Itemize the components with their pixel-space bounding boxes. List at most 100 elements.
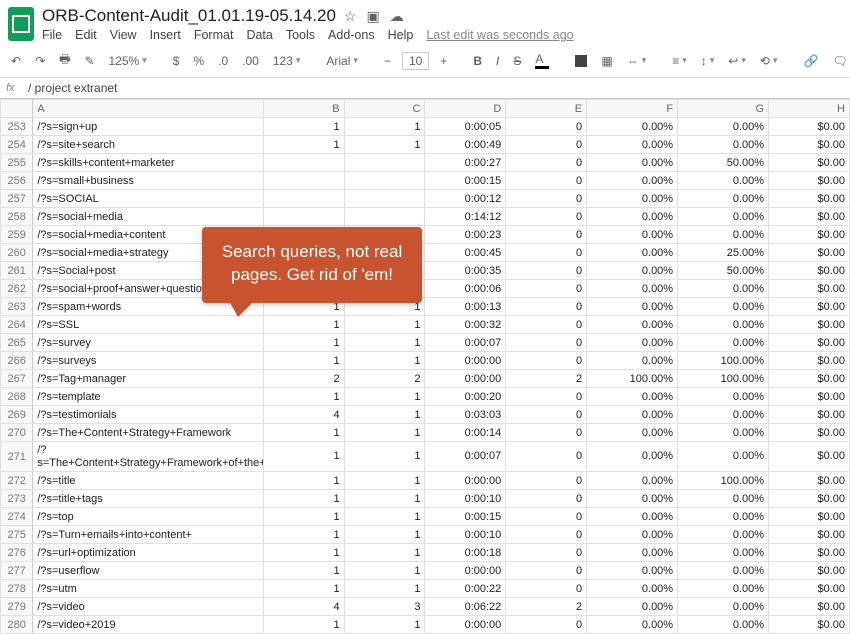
cell[interactable]: 0:00:27 <box>425 154 506 172</box>
cell[interactable]: $0.00 <box>769 316 850 334</box>
cell[interactable]: 0:00:00 <box>425 352 506 370</box>
cell[interactable]: 0 <box>506 388 587 406</box>
cell[interactable]: 0:03:03 <box>425 406 506 424</box>
menu-data[interactable]: Data <box>246 28 272 42</box>
cell[interactable]: /?s=SSL <box>33 316 263 334</box>
cell[interactable]: 1 <box>344 424 425 442</box>
row-number[interactable]: 279 <box>1 598 33 616</box>
undo-button[interactable]: ↶ <box>8 52 24 70</box>
cell[interactable]: 0 <box>506 526 587 544</box>
cell[interactable]: /?s=surveys <box>33 352 263 370</box>
cell[interactable]: 1 <box>344 118 425 136</box>
table-row[interactable]: 256/?s=small+business0:00:1500.00%0.00%$… <box>1 172 850 190</box>
cell[interactable]: 0 <box>506 562 587 580</box>
sheets-logo-icon[interactable] <box>8 7 34 41</box>
cell[interactable]: $0.00 <box>769 388 850 406</box>
cell[interactable]: 0 <box>506 190 587 208</box>
cell[interactable]: 0.00% <box>587 280 678 298</box>
cell[interactable]: 3 <box>344 598 425 616</box>
row-number[interactable]: 276 <box>1 544 33 562</box>
row-number[interactable]: 255 <box>1 154 33 172</box>
cell[interactable]: 1 <box>263 544 344 562</box>
table-row[interactable]: 267/?s=Tag+manager220:00:002100.00%100.0… <box>1 370 850 388</box>
cell[interactable]: 0:00:07 <box>425 442 506 472</box>
cell[interactable]: 0.00% <box>587 544 678 562</box>
cell[interactable]: 0.00% <box>587 352 678 370</box>
cell[interactable]: 1 <box>344 562 425 580</box>
table-row[interactable]: 260/?s=social+media+strategy0:00:4500.00… <box>1 244 850 262</box>
paint-format-button[interactable]: ✎ <box>81 52 97 70</box>
cell[interactable]: 0.00% <box>587 526 678 544</box>
h-align-button[interactable]: ≡ <box>669 52 690 70</box>
cell[interactable]: 0.00% <box>587 508 678 526</box>
cell[interactable]: /?s=userflow <box>33 562 263 580</box>
cell[interactable]: 0 <box>506 580 587 598</box>
cell[interactable]: 0 <box>506 262 587 280</box>
cell[interactable]: $0.00 <box>769 526 850 544</box>
cell[interactable]: 0 <box>506 226 587 244</box>
cell[interactable]: 0 <box>506 442 587 472</box>
link-button[interactable]: 🔗 <box>800 52 821 70</box>
table-row[interactable]: 279/?s=video430:06:2220.00%0.00%$0.00 <box>1 598 850 616</box>
cell[interactable]: 0.00% <box>587 442 678 472</box>
cell[interactable]: $0.00 <box>769 370 850 388</box>
table-row[interactable]: 273/?s=title+tags110:00:1000.00%0.00%$0.… <box>1 490 850 508</box>
table-row[interactable]: 261/?s=Social+post210:00:3500.00%50.00%$… <box>1 262 850 280</box>
menu-help[interactable]: Help <box>388 28 414 42</box>
cell[interactable]: $0.00 <box>769 544 850 562</box>
format-percent-button[interactable]: % <box>190 52 207 70</box>
font-dropdown[interactable]: Arial <box>323 52 361 70</box>
formula-bar[interactable]: fx / project extranet <box>0 78 850 99</box>
row-number[interactable]: 253 <box>1 118 33 136</box>
comment-button[interactable]: 🗨 <box>829 52 850 70</box>
table-row[interactable]: 258/?s=social+media0:14:1200.00%0.00%$0.… <box>1 208 850 226</box>
cell[interactable]: 1 <box>263 388 344 406</box>
cell[interactable]: 0.00% <box>678 208 769 226</box>
cell[interactable]: 0.00% <box>678 442 769 472</box>
borders-button[interactable]: ▦ <box>598 52 615 70</box>
cell[interactable]: 0 <box>506 136 587 154</box>
rotate-button[interactable]: ⟲ <box>757 52 781 70</box>
cell[interactable]: $0.00 <box>769 352 850 370</box>
column-header-D[interactable]: D <box>425 100 506 118</box>
cell[interactable]: 0.00% <box>678 136 769 154</box>
cell[interactable]: 100.00% <box>678 352 769 370</box>
column-header-A[interactable]: A <box>33 100 263 118</box>
cell[interactable]: 0.00% <box>678 598 769 616</box>
cell[interactable] <box>344 172 425 190</box>
cell[interactable]: 0 <box>506 118 587 136</box>
cell[interactable]: 2 <box>344 370 425 388</box>
cell[interactable]: 1 <box>344 352 425 370</box>
cell[interactable] <box>263 190 344 208</box>
cell[interactable]: 4 <box>263 406 344 424</box>
cell[interactable]: $0.00 <box>769 562 850 580</box>
cell[interactable]: 0 <box>506 508 587 526</box>
cell[interactable]: 2 <box>506 370 587 388</box>
cell[interactable]: 1 <box>344 316 425 334</box>
cell[interactable]: 0.00% <box>587 334 678 352</box>
cell[interactable]: $0.00 <box>769 118 850 136</box>
cell[interactable]: $0.00 <box>769 580 850 598</box>
row-number[interactable]: 261 <box>1 262 33 280</box>
table-row[interactable]: 255/?s=skills+content+marketer0:00:2700.… <box>1 154 850 172</box>
cell[interactable]: 0.00% <box>587 154 678 172</box>
cell[interactable]: 0.00% <box>587 562 678 580</box>
cell[interactable]: 0.00% <box>678 580 769 598</box>
cell[interactable]: 0.00% <box>587 172 678 190</box>
menu-addons[interactable]: Add-ons <box>328 28 375 42</box>
column-header-H[interactable]: H <box>769 100 850 118</box>
cell[interactable]: 0:00:00 <box>425 472 506 490</box>
cell[interactable]: 0:00:14 <box>425 424 506 442</box>
cell[interactable]: 0:00:13 <box>425 298 506 316</box>
row-number[interactable]: 277 <box>1 562 33 580</box>
table-row[interactable]: 264/?s=SSL110:00:3200.00%0.00%$0.00 <box>1 316 850 334</box>
row-number[interactable]: 275 <box>1 526 33 544</box>
row-number[interactable]: 267 <box>1 370 33 388</box>
cell[interactable]: 0 <box>506 244 587 262</box>
table-row[interactable]: 259/?s=social+media+content0:00:2300.00%… <box>1 226 850 244</box>
row-number[interactable]: 260 <box>1 244 33 262</box>
cell[interactable]: 1 <box>344 406 425 424</box>
cell[interactable]: 0.00% <box>678 526 769 544</box>
cell[interactable]: 0:00:00 <box>425 616 506 634</box>
print-button[interactable]: 🖶 <box>56 48 73 73</box>
